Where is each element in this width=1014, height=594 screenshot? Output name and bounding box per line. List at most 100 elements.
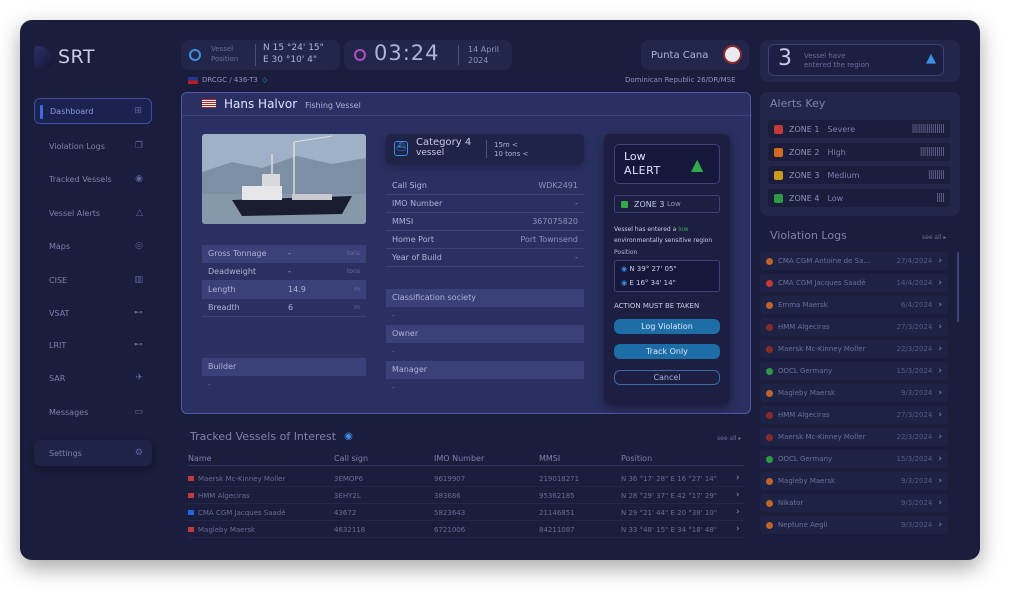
col-name: Name [188,454,212,463]
owner-value: - [392,347,395,356]
cancel-button[interactable]: Cancel [614,370,720,385]
chevron-right-icon: › [938,498,942,508]
info-value: Port Townsend [520,235,578,244]
alert-title-1: Low [624,150,646,163]
list-item[interactable]: OOCL Germany 15/3/2024 › [760,362,948,380]
zone-level: Severe [827,124,856,134]
target-icon [189,49,201,61]
classification-label: Classification society [392,293,476,302]
builder-label: Builder [208,362,237,371]
status-dot [766,499,773,507]
sidebar-item-violation-logs[interactable]: Violation Logs ❐ [34,133,152,159]
sidebar-item-maps[interactable]: Maps ◎ [34,233,152,259]
chevron-right-icon: › [938,256,942,266]
builder-value: - [208,380,211,389]
action-text: ACTION MUST BE TAKEN [614,302,700,310]
zone-level: Low [827,193,844,203]
alerts-key-panel: Alerts Key ZONE 1 Severe |||||||||||||||| Z… [760,92,960,216]
list-item[interactable]: CMA CGM Jacques Saadé 14/4/2024 › [760,274,948,292]
status-dot [766,367,773,375]
info-value: - [575,253,578,262]
log-date: 9/3/2024 [900,477,933,485]
scrollbar[interactable] [957,252,959,322]
chevron-right-icon: › [736,507,740,517]
modal-header: Hans Halvor Fishing Vessel [202,97,361,111]
location-card[interactable]: Punta Cana [641,40,749,70]
vessels-entered-card[interactable]: 3 Vessel have entered the region ▲ [760,40,960,82]
table-row[interactable]: CMA CGM Jacques Saadé 43672 5823643 2114685… [188,505,744,521]
list-item[interactable]: HMM Algeciras 27/3/2024 › [760,406,948,424]
list-item[interactable]: HMM Algeciras 27/3/2024 › [760,318,948,336]
chevron-right-icon: › [938,476,942,486]
vessels-count: 3 [778,46,792,71]
zone-name: ZONE 1 [789,124,820,134]
zone-name: ZONE 3 [789,170,820,180]
divider [255,44,256,66]
manager-row: Manager [386,361,584,379]
status-dot [766,433,773,441]
list-item[interactable]: CMA CGM Antoine de Sa... 27/4/2024 › [760,252,948,270]
log-vessel-name: Maersk Mc-Kinney Moller [778,345,866,353]
vessel-position-card: Vessel Position N 15 °24' 15" E 30 °10' … [181,40,340,70]
spec-unit: m [354,286,360,293]
status-dot [766,345,773,353]
sidebar-item-vessel-alerts[interactable]: Vessel Alerts △ [34,200,152,226]
alert-lon: E 16° 34' 14" [629,279,676,287]
spec-unit: m [354,304,360,311]
list-item[interactable]: Neptune Aegli 9/3/2024 › [760,516,948,534]
sidebar-item-tracked-vessels[interactable]: Tracked Vessels ◉ [34,166,152,192]
row-position: N 28 °29' 37" E 42 °17' 29" [621,492,717,500]
globe-icon: ◎ [135,241,143,251]
violation-see-all[interactable]: see all ▸ [922,234,946,241]
row-imo: 9619907 [434,475,466,483]
log-date: 14/4/2024 [896,279,933,287]
list-item[interactable]: Magleby Maersk 9/3/2024 › [760,472,948,490]
row-call: 43672 [334,509,357,517]
zone-bars: |||||||||||| [919,147,945,157]
vessels-text-1: Vessel have [804,52,846,60]
zone-row: ZONE 1 Severe |||||||||||||||| [768,120,950,138]
flag-icon [188,476,194,481]
info-label: Year of Build [392,253,442,262]
sidebar-item-label: Violation Logs [49,141,105,151]
log-vessel-name: Magleby Maersk [778,389,836,397]
flag-icon [188,493,194,498]
settings-button[interactable]: Settings ⚙ [34,440,152,466]
zone-row: ZONE 3 Medium |||||||| [768,166,950,184]
table-row[interactable]: Maersk Mc-Kinney Moller 3EMOP6 9619907 2190… [188,471,744,487]
classification-value: - [392,311,395,320]
col-call: Call sign [334,454,369,463]
clock-time: 03:24 [374,41,440,65]
list-item[interactable]: OOCL Germany 15/3/2024 › [760,450,948,468]
list-item[interactable]: Magleby Maersk 9/3/2024 › [760,384,948,402]
log-vessel-name: Maersk Mc-Kinney Moller [778,433,866,441]
list-item[interactable]: Maersk Mc-Kinney Moller 22/3/2024 › [760,340,948,358]
sidebar-item-sar[interactable]: SAR ✈ [34,365,152,391]
brand-name: SRT [58,46,95,68]
table-row[interactable]: HMM Algeciras 3EHY2L 383686 95362185 N 28 °2… [188,488,744,504]
log-vessel-name: Neptune Aegli [778,521,828,529]
copy-icon: ❐ [134,141,143,151]
sidebar-item-vsat[interactable]: VSAT ⊷ [34,300,152,326]
table-row[interactable]: Magleby Maersk 4632118 6721006 84211087 N 33… [188,522,744,538]
log-violation-button[interactable]: Log Violation [614,319,720,334]
sidebar-item-lrit[interactable]: LRIT ⊷ [34,332,152,358]
app-window: SRT Settings ⚙ Vessel Position N 15 °24'… [20,20,980,560]
log-date: 15/3/2024 [896,455,933,463]
spec-value: - [288,267,291,276]
status-dot [766,455,773,463]
chevron-right-icon: › [938,344,942,354]
status-dot [766,257,773,265]
vessel-type: Fishing Vessel [305,101,361,110]
log-date: 27/3/2024 [896,323,933,331]
info-label: Home Port [392,235,435,244]
list-item[interactable]: Maersk Mc-Kinney Moller 22/3/2024 › [760,428,948,446]
track-only-button[interactable]: Track Only [614,344,720,359]
tracked-see-all[interactable]: see all ▸ [717,435,741,442]
list-item[interactable]: Emma Maersk 6/4/2024 › [760,296,948,314]
sidebar-item-cise[interactable]: CISE ▥ [34,267,152,293]
sidebar-item-dashboard[interactable]: Dashboard ⊞ [34,98,152,124]
sidebar-item-messages[interactable]: Messages ▭ [34,399,152,425]
list-item[interactable]: Nikator 9/3/2024 › [760,494,948,512]
log-date: 9/3/2024 [900,389,933,397]
